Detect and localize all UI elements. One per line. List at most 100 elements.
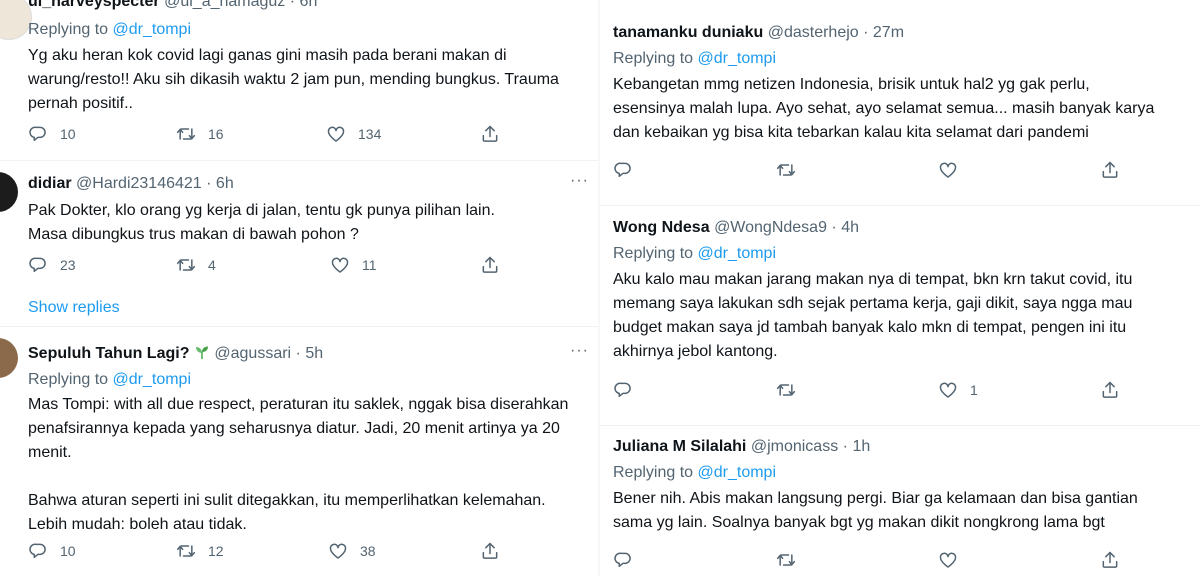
reply-icon [613,160,633,180]
replying-to: Replying to @dr_tompi [613,49,776,69]
timestamp[interactable]: 1h [852,438,870,455]
like-button[interactable]: 38 [328,541,376,561]
user-handle[interactable]: @dasterhejo [768,24,859,41]
retweet-icon [176,255,196,275]
tweet-header: ui_harveyspecter @ui_a_namaguz · 6h [28,0,317,12]
reply-tweet[interactable]: Sepuluh Tahun Lagi? @agussari · 5h ··· R… [0,327,598,576]
user-handle[interactable]: @Hardi23146421 [76,175,202,192]
retweet-button[interactable] [776,380,808,400]
share-button[interactable] [480,255,500,275]
replying-to-label: Replying to [28,21,109,38]
reply-icon [613,550,633,570]
user-handle[interactable]: @WongNdesa9 [714,219,827,236]
heart-icon [938,550,958,570]
like-count: 134 [358,126,382,142]
reply-tweet[interactable]: tanamanku duniaku @dasterhejo · 27m Repl… [600,0,1200,205]
more-options-icon[interactable]: ··· [570,342,589,360]
retweet-count: 16 [208,126,224,142]
heart-icon [330,255,350,275]
like-count: 11 [362,257,377,273]
timestamp[interactable]: 6h [300,0,318,10]
replying-to-handle[interactable]: @dr_tompi [698,245,777,262]
replying-to-handle[interactable]: @dr_tompi [113,21,192,38]
reply-icon [28,541,48,561]
reply-button[interactable] [613,550,645,570]
timestamp[interactable]: 6h [216,175,234,192]
display-name[interactable]: didiar [28,175,72,192]
separator: · [289,0,296,10]
like-button[interactable]: 11 [330,255,377,275]
tweet-header: tanamanku duniaku @dasterhejo · 27m [613,23,904,43]
reply-button[interactable] [613,380,645,400]
share-icon [1100,550,1120,570]
like-button[interactable] [938,160,970,180]
timestamp[interactable]: 4h [841,219,859,236]
retweet-icon [776,550,796,570]
share-icon [480,541,500,561]
tweet-text: Yg aku heran kok covid lagi ganas gini m… [28,47,559,112]
show-replies-link[interactable]: Show replies [28,299,120,317]
retweet-count: 4 [208,257,216,273]
retweet-icon [776,380,796,400]
replying-to: Replying to @dr_tompi [613,244,776,264]
reply-count: 10 [60,126,76,142]
seedling-icon [195,346,208,359]
share-icon [1100,160,1120,180]
heart-icon [328,541,348,561]
like-button[interactable]: 1 [938,380,978,400]
right-tweet-column: tanamanku duniaku @dasterhejo · 27m Repl… [600,0,1200,576]
display-name[interactable]: Sepuluh Tahun Lagi? [28,345,189,362]
retweet-button[interactable]: 12 [176,541,224,561]
display-name[interactable]: ui_harveyspecter [28,0,160,10]
heart-icon [938,160,958,180]
share-button[interactable] [480,124,500,144]
share-button[interactable] [1100,160,1120,180]
reply-button[interactable] [613,160,645,180]
display-name[interactable]: Wong Ndesa [613,219,710,236]
replying-to-label: Replying to [613,464,694,481]
reply-tweet[interactable]: Juliana M Silalahi @jmonicass · 1h Reply… [600,426,1200,576]
separator: · [842,438,848,455]
retweet-button[interactable] [776,160,808,180]
reply-button[interactable]: 10 [28,541,76,561]
like-button[interactable]: 134 [326,124,381,144]
replying-to-handle[interactable]: @dr_tompi [698,464,777,481]
replying-to-handle[interactable]: @dr_tompi [113,371,192,388]
separator: · [863,24,869,41]
replying-to-label: Replying to [28,371,109,388]
user-handle[interactable]: @jmonicass [751,438,838,455]
display-name[interactable]: tanamanku duniaku [613,24,763,41]
reply-tweet[interactable]: Wong Ndesa @WongNdesa9 · 4h Replying to … [600,206,1200,425]
heart-icon [326,124,346,144]
reply-tweet[interactable]: didiar @Hardi23146421 · 6h ··· Pak Dokte… [0,161,598,326]
reply-icon [28,124,48,144]
share-button[interactable] [1100,550,1120,570]
replying-to-handle[interactable]: @dr_tompi [698,50,777,67]
user-handle[interactable]: @ui_a_namaguz [164,0,285,10]
timestamp[interactable]: 5h [305,345,323,362]
reply-button[interactable]: 23 [28,255,76,275]
avatar[interactable] [0,172,18,212]
retweet-button[interactable]: 4 [176,255,216,275]
share-button[interactable] [480,541,500,561]
tweet-header: Wong Ndesa @WongNdesa9 · 4h [613,218,859,238]
timestamp[interactable]: 27m [873,24,904,41]
user-handle[interactable]: @agussari [214,345,291,362]
separator: · [295,345,301,362]
reply-button[interactable]: 10 [28,124,76,144]
display-name[interactable]: Juliana M Silalahi [613,438,746,455]
reply-count: 23 [60,257,76,273]
avatar[interactable] [0,338,18,378]
tweet-text: Kebangetan mmg netizen Indonesia, brisik… [613,76,1155,141]
share-button[interactable] [1100,380,1120,400]
tweet-text: Mas Tompi: with all due respect, peratur… [28,396,569,533]
more-options-icon[interactable]: ··· [570,172,589,190]
retweet-button[interactable] [776,550,808,570]
retweet-button[interactable]: 16 [176,124,224,144]
share-icon [1100,380,1120,400]
reply-icon [613,380,633,400]
retweet-icon [176,541,196,561]
share-icon [480,255,500,275]
like-button[interactable] [938,550,970,570]
reply-tweet[interactable]: ui_harveyspecter @ui_a_namaguz · 6h Repl… [0,0,598,160]
